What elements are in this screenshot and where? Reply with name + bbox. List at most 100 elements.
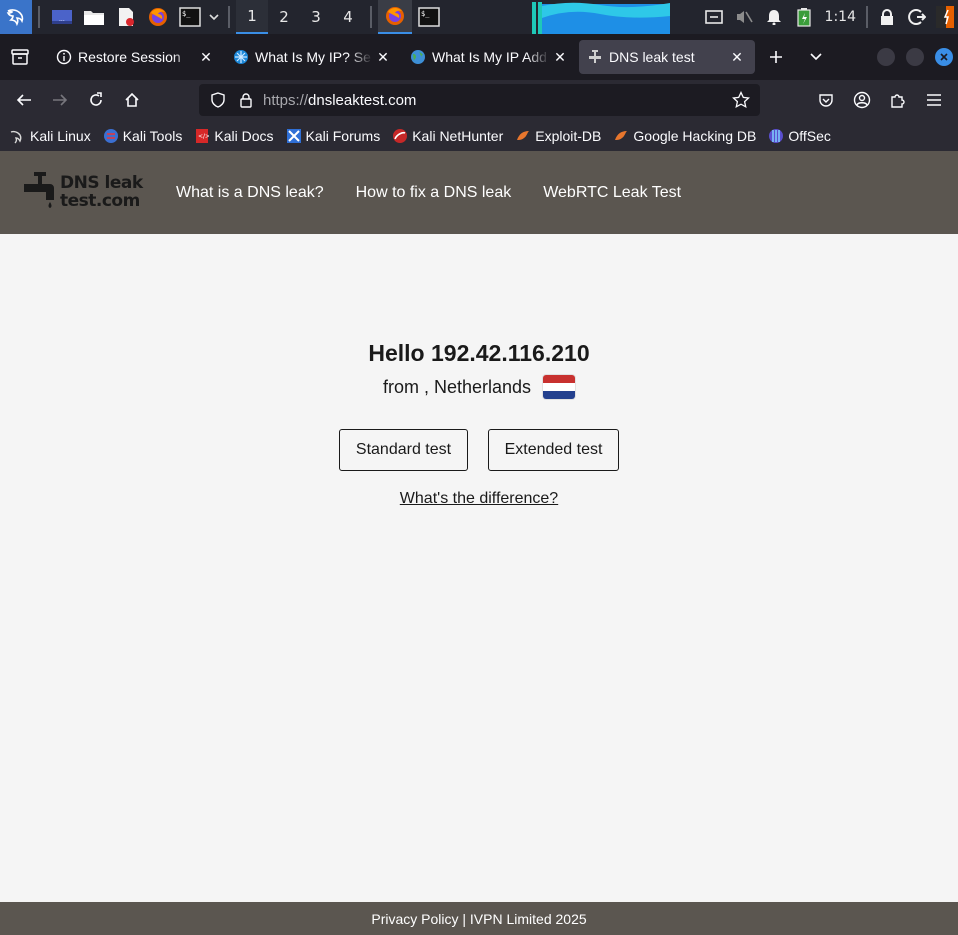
bookmark-kali-nethunter[interactable]: Kali NetHunter: [392, 128, 503, 144]
url-text[interactable]: https://dnsleaktest.com: [263, 92, 730, 109]
burp-notification-icon[interactable]: [932, 0, 958, 34]
difference-link-text[interactable]: What's the difference?: [400, 490, 558, 507]
extensions-button[interactable]: [880, 82, 916, 118]
maximize-button[interactable]: [906, 48, 924, 66]
pocket-button[interactable]: [808, 82, 844, 118]
water-tap-icon: [24, 172, 54, 208]
netherlands-flag-icon: [543, 375, 576, 399]
test-buttons: Standard test Extended test: [339, 429, 619, 471]
desktop-taskbar: ... $_ 1 2 3 4 $_ 1:14: [0, 0, 958, 34]
svg-text:...: ...: [59, 16, 65, 23]
bookmark-offsec[interactable]: OffSec: [768, 128, 831, 144]
workspace-2[interactable]: 2: [268, 0, 300, 34]
bookmarks-toolbar: Kali Linux Kali Tools </> Kali Docs Kali…: [0, 120, 958, 151]
kali-dragon-icon: [10, 128, 26, 144]
account-button[interactable]: [844, 82, 880, 118]
file-manager-icon[interactable]: [78, 0, 110, 34]
nethunter-icon: [392, 128, 408, 144]
system-tray: 1:14: [699, 0, 958, 34]
close-window-button[interactable]: [935, 48, 953, 66]
home-button[interactable]: [114, 82, 150, 118]
bookmark-label: Kali NetHunter: [412, 127, 504, 144]
bookmark-star-icon[interactable]: [730, 89, 752, 111]
dnsleaktest-logo[interactable]: DNS leak test.com: [22, 171, 152, 213]
site-footer: Privacy Policy | IVPN Limited 2025: [0, 902, 958, 935]
taskbar-window-firefox[interactable]: [378, 0, 412, 34]
plus-icon: [770, 51, 782, 63]
bookmark-kali-forums[interactable]: Kali Forums: [286, 127, 381, 144]
tracking-protection-shield-icon[interactable]: [207, 89, 229, 111]
text-editor-icon[interactable]: [110, 0, 142, 34]
bookmark-kali-tools[interactable]: Kali Tools: [103, 128, 182, 144]
hello-ip-heading: Hello 192.42.116.210: [368, 340, 590, 366]
show-desktop-icon[interactable]: ...: [46, 0, 78, 34]
standard-test-button[interactable]: Standard test: [339, 429, 468, 471]
minimize-button[interactable]: [877, 48, 895, 66]
nav-what-is-dns-leak[interactable]: What is a DNS leak?: [176, 184, 324, 202]
site-navigation: What is a DNS leak? How to fix a DNS lea…: [176, 151, 713, 234]
list-all-tabs-button[interactable]: [796, 34, 836, 80]
kali-forums-icon: [286, 128, 302, 144]
site-header: DNS leak test.com What is a DNS leak? Ho…: [0, 151, 958, 234]
terminal-launcher-icon[interactable]: $_: [174, 0, 206, 34]
bookmark-kali-linux[interactable]: Kali Linux: [10, 128, 91, 144]
close-tab-icon[interactable]: ✕: [550, 47, 570, 67]
reload-button[interactable]: [78, 82, 114, 118]
home-icon: [125, 92, 139, 107]
logout-icon[interactable]: [902, 0, 932, 34]
chevron-down-icon[interactable]: [206, 0, 222, 34]
taskbar-separator: [38, 6, 40, 28]
nav-how-to-fix-dns-leak[interactable]: How to fix a DNS leak: [356, 184, 512, 202]
notification-bell-icon[interactable]: [759, 0, 789, 34]
firefox-view-icon: [11, 49, 29, 65]
workspace-1[interactable]: 1: [236, 0, 268, 34]
padlock-icon[interactable]: [235, 89, 257, 111]
workspace-4[interactable]: 4: [332, 0, 364, 34]
hamburger-menu-icon: [927, 94, 941, 106]
tab-dns-leak-test[interactable]: DNS leak test ✕: [579, 40, 755, 74]
web-page: DNS leak test.com What is a DNS leak? Ho…: [0, 151, 958, 935]
tab-what-is-my-ip[interactable]: What Is My IP? Se ✕: [225, 40, 401, 74]
back-button[interactable]: [6, 82, 42, 118]
battery-charging-icon[interactable]: [789, 0, 819, 34]
taskbar-clock[interactable]: 1:14: [819, 9, 862, 25]
network-icon[interactable]: [699, 0, 729, 34]
footer-text[interactable]: Privacy Policy | IVPN Limited 2025: [371, 911, 586, 927]
url-bar[interactable]: https://dnsleaktest.com: [199, 84, 760, 116]
arrow-right-icon: [53, 94, 68, 106]
workspace-3[interactable]: 3: [300, 0, 332, 34]
kali-docs-icon: </>: [194, 128, 210, 144]
new-tab-button[interactable]: [756, 34, 796, 80]
kali-menu-button[interactable]: [0, 0, 32, 34]
bookmark-exploit-db[interactable]: Exploit-DB: [515, 128, 601, 144]
logo-line-1: DNS leak: [60, 173, 143, 193]
firefox-launcher-icon[interactable]: [142, 0, 174, 34]
taskbar-separator: [228, 6, 230, 28]
nav-webrtc-leak-test[interactable]: WebRTC Leak Test: [543, 184, 681, 202]
bookmark-kali-docs[interactable]: </> Kali Docs: [194, 127, 274, 144]
ghdb-icon: [613, 128, 629, 144]
close-tab-icon[interactable]: ✕: [727, 47, 747, 67]
tab-what-is-my-ip-address[interactable]: What Is My IP Add ✕: [402, 40, 578, 74]
tab-title: What Is My IP? Se: [255, 49, 371, 65]
account-icon: [853, 91, 871, 109]
forward-button[interactable]: [42, 82, 78, 118]
reload-icon: [90, 92, 102, 106]
lock-screen-icon[interactable]: [872, 0, 902, 34]
terminal-icon: $_: [418, 7, 440, 27]
firefox-view-button[interactable]: [0, 34, 40, 80]
bookmark-label: Kali Forums: [305, 127, 381, 144]
extended-test-button[interactable]: Extended test: [488, 429, 619, 471]
app-menu-button[interactable]: [916, 82, 952, 118]
location-line: from , Netherlands: [0, 375, 958, 399]
taskbar-window-terminal[interactable]: $_: [412, 0, 446, 34]
bookmark-label: Kali Docs: [214, 127, 274, 144]
bookmark-google-hacking-db[interactable]: Google Hacking DB: [613, 128, 756, 144]
pocket-icon: [819, 94, 833, 107]
close-tab-icon[interactable]: ✕: [196, 47, 216, 67]
logo-line-2: test.com: [60, 191, 140, 211]
browser-tab-strip: Restore Session ✕ What Is My IP? Se ✕ Wh…: [0, 34, 958, 80]
tab-restore-session[interactable]: Restore Session ✕: [48, 40, 224, 74]
volume-muted-icon[interactable]: [729, 0, 759, 34]
close-tab-icon[interactable]: ✕: [373, 47, 393, 67]
